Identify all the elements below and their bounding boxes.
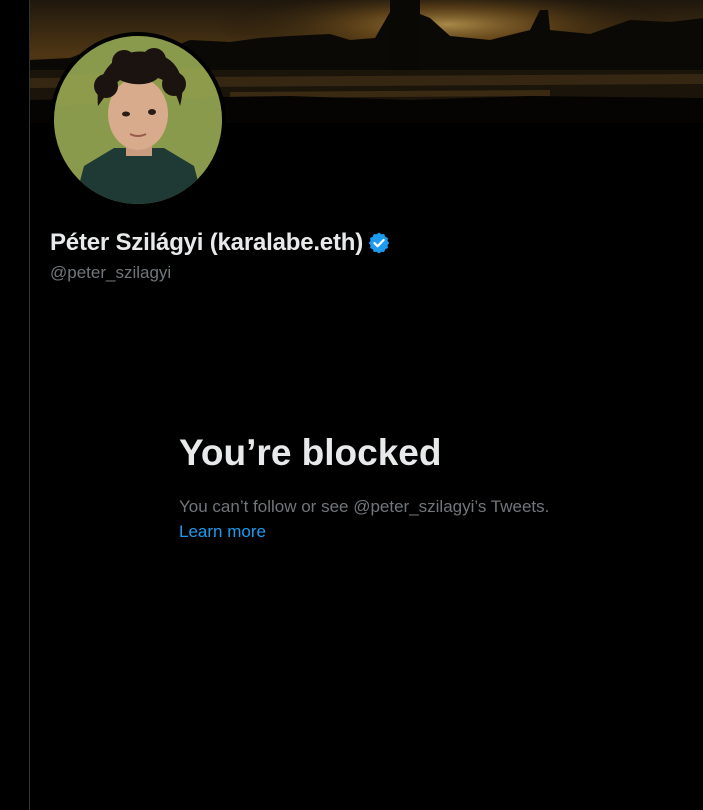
- avatar-border: [50, 32, 226, 208]
- blocked-notice: You’re blocked You can’t follow or see @…: [179, 430, 659, 544]
- display-name: Péter Szilágyi (karalabe.eth): [50, 229, 363, 256]
- blocked-message: You can’t follow or see @peter_szilagyi’…: [179, 497, 550, 516]
- profile-column: Péter Szilágyi (karalabe.eth) @peter_szi…: [29, 0, 703, 810]
- blocked-title: You’re blocked: [179, 432, 442, 473]
- verified-badge-icon[interactable]: [367, 231, 391, 255]
- profile-handle: @peter_szilagyi: [50, 263, 172, 282]
- avatar[interactable]: [54, 36, 222, 204]
- display-name-row: Péter Szilágyi (karalabe.eth): [50, 227, 391, 259]
- learn-more-link[interactable]: Learn more: [179, 519, 266, 544]
